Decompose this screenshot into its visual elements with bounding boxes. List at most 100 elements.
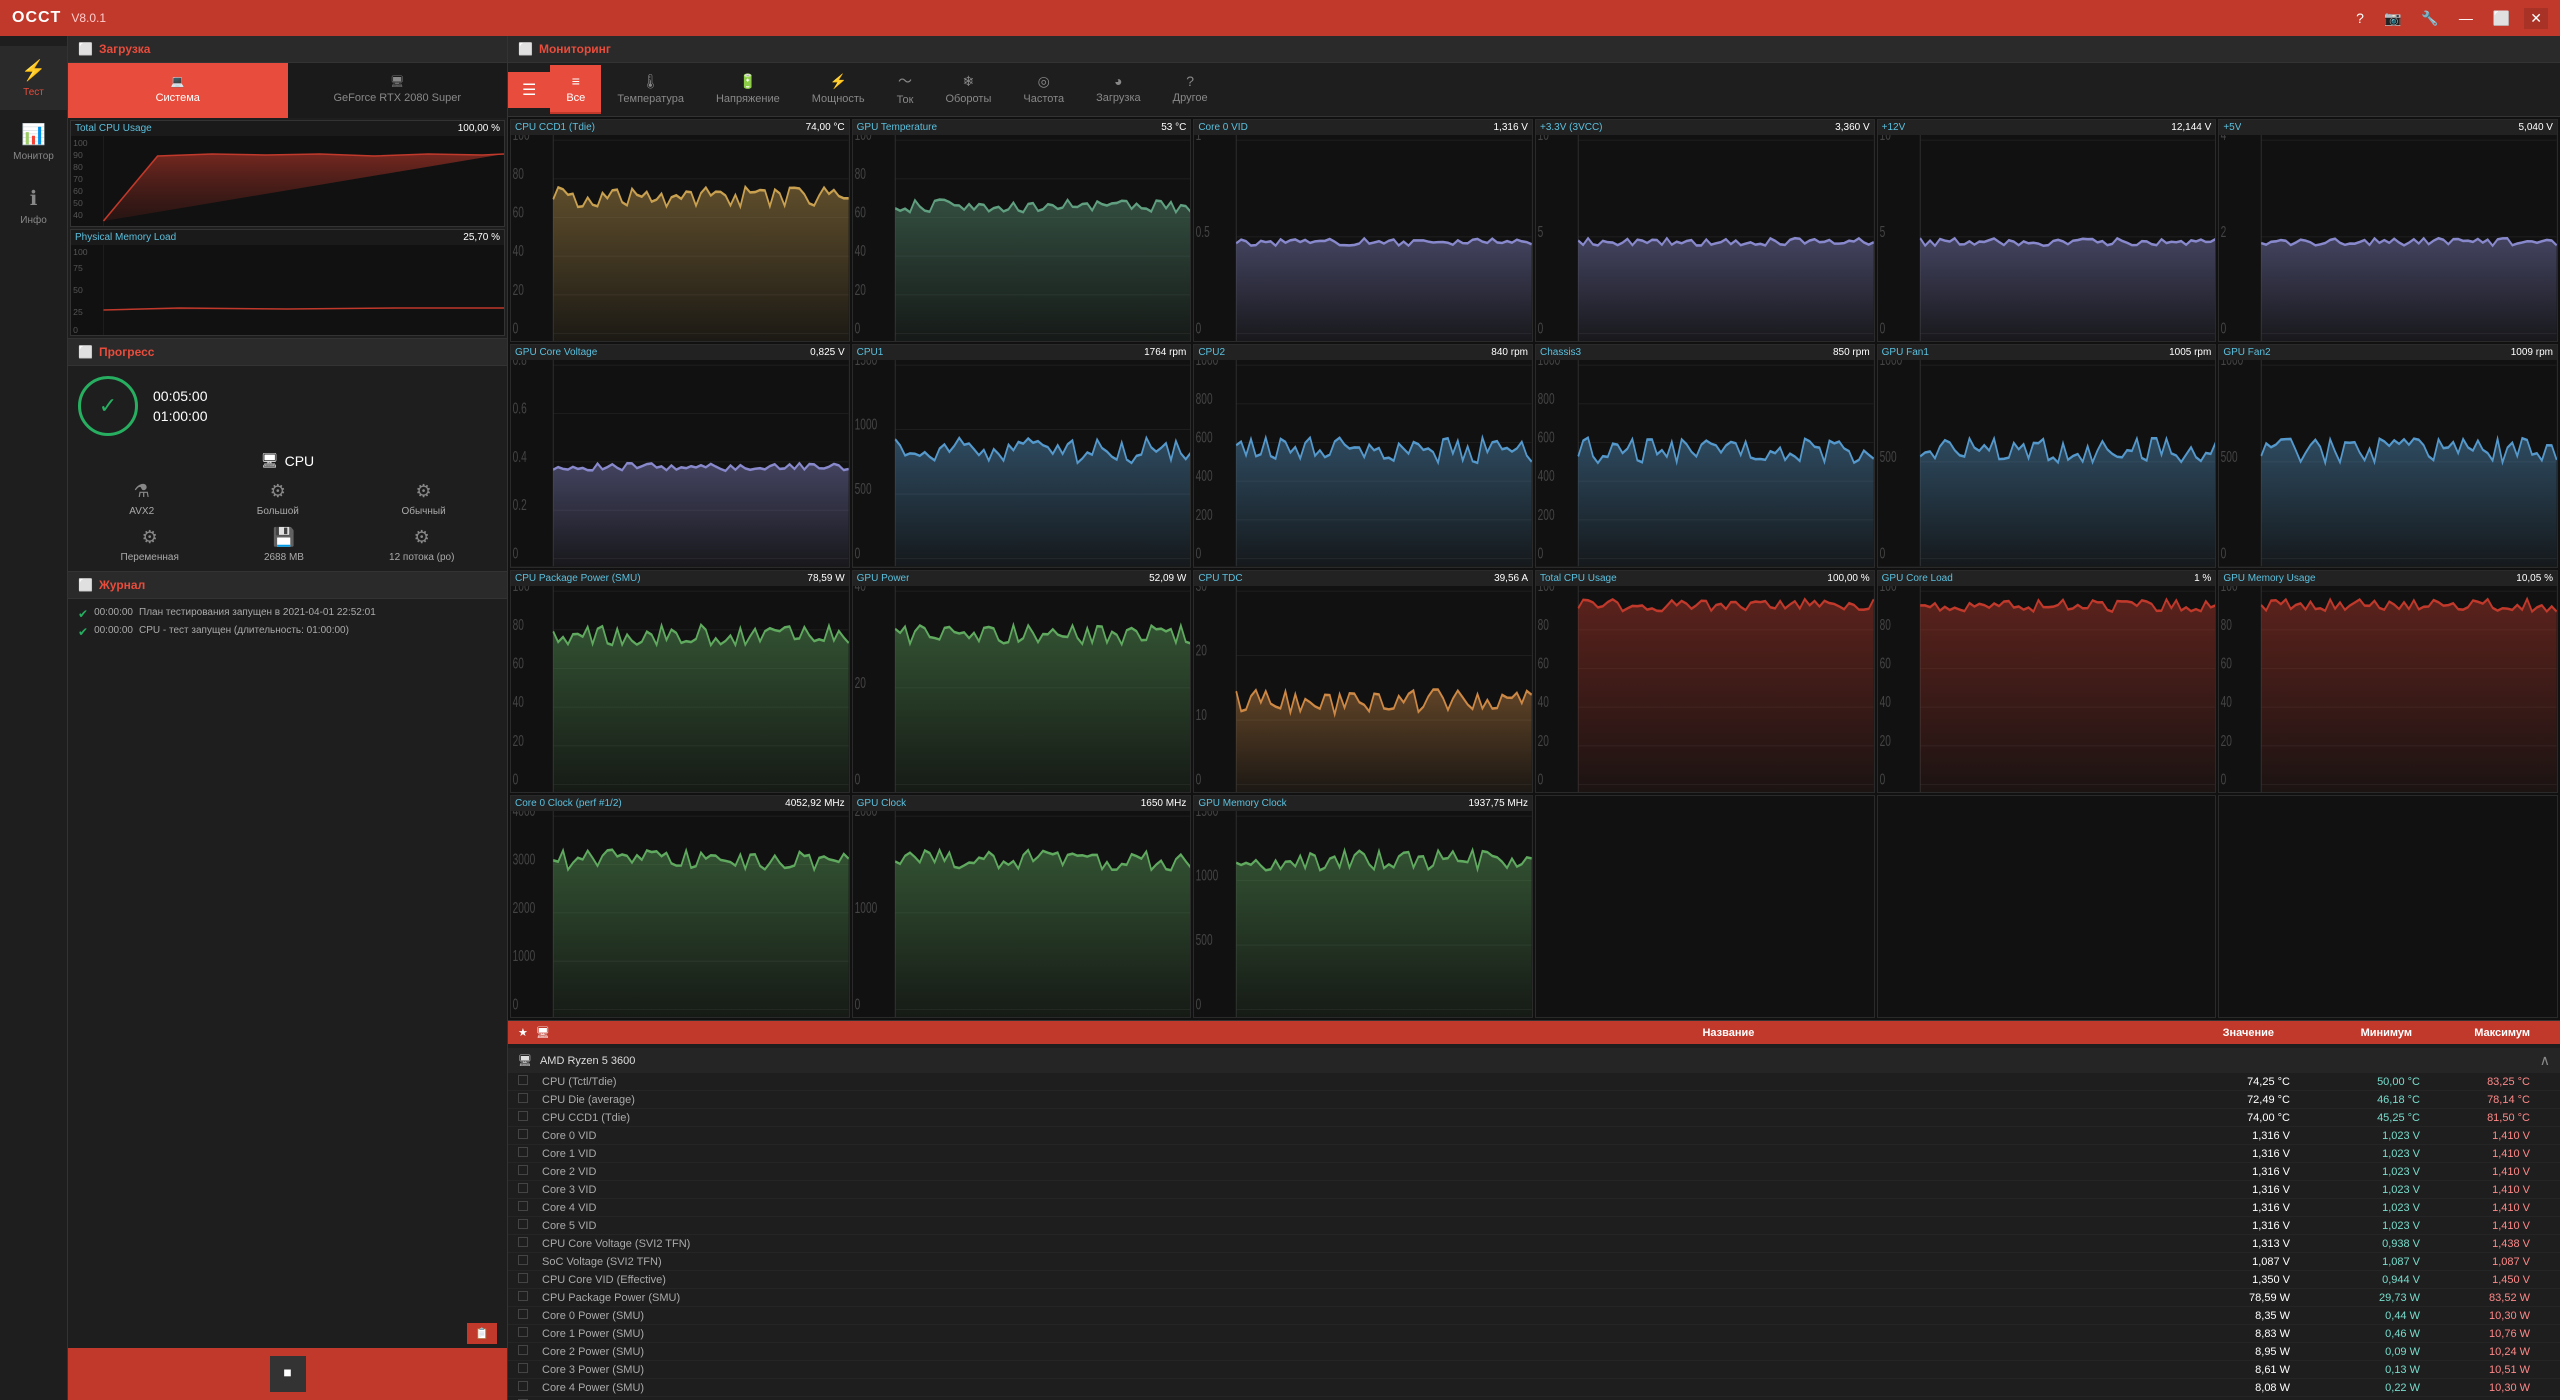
svg-text:600: 600	[1196, 429, 1213, 447]
tab-all[interactable]: ≡ Все	[550, 65, 601, 114]
row-value-11: 1,350 V	[2140, 1274, 2290, 1286]
row-name-12: CPU Package Power (SMU)	[542, 1292, 2140, 1304]
tab-sistema[interactable]: 💻 Система	[68, 63, 288, 118]
chart-cell-9: Chassis3 850 rpm 1000 800 600 400 200 0	[1535, 344, 1875, 567]
progress-header: ⬜ Прогресс	[68, 339, 507, 366]
check-icon: ✓	[99, 393, 117, 419]
tab-load[interactable]: ◕ Загрузка	[1080, 65, 1156, 114]
cpu-usage-chart: Total CPU Usage 100,00 % 100 90 80	[70, 120, 505, 227]
svg-text:200: 200	[1196, 506, 1213, 524]
avx2-icon: ⚗	[134, 481, 150, 502]
settings-btn[interactable]: 🔧	[2415, 8, 2444, 29]
svg-text:60: 60	[2221, 654, 2232, 672]
svg-text:0: 0	[1538, 770, 1544, 788]
chart-cell-7: CPU1 1764 rpm 1500 1000 500 0	[852, 344, 1192, 567]
cpu-chart-header: Total CPU Usage 100,00 %	[71, 121, 504, 136]
help-btn[interactable]: ?	[2350, 8, 2370, 28]
svg-text:0: 0	[513, 995, 519, 1013]
minimize-btn[interactable]: —	[2453, 8, 2479, 28]
tab-load-icon: ◕	[1114, 73, 1122, 89]
tab-gpu[interactable]: 🖥 GeForce RTX 2080 Super	[288, 63, 508, 118]
row-min-17: 0,22 W	[2290, 1382, 2420, 1394]
svg-text:0: 0	[854, 995, 860, 1013]
maximize-btn[interactable]: ⬜	[2487, 8, 2516, 29]
svg-text:0: 0	[2221, 545, 2227, 563]
svg-text:0: 0	[513, 770, 519, 788]
row-min-16: 0,13 W	[2290, 1364, 2420, 1376]
sidebar-item-info[interactable]: ℹ Инфо	[0, 174, 67, 238]
svg-text:100: 100	[1879, 586, 1896, 595]
monitor-menu-btn[interactable]: ☰	[508, 72, 550, 108]
big-option[interactable]: ⚙ Большой	[257, 481, 299, 517]
star-icon[interactable]: ★	[518, 1026, 528, 1039]
svg-text:80: 80	[513, 615, 524, 633]
tab-voltage[interactable]: 🔋 Напряжение	[700, 65, 796, 115]
svg-text:0.5: 0.5	[1196, 223, 1210, 241]
sidebar-label-monitor: Монитор	[13, 151, 54, 162]
expand-icon[interactable]: ∧	[2540, 1052, 2550, 1069]
journal-actions: 📋	[68, 1319, 507, 1348]
tab-freq[interactable]: ◎ Частота	[1007, 65, 1080, 115]
row-min-9: 0,938 V	[2290, 1238, 2420, 1250]
cpu-chart-label: Total CPU Usage	[75, 123, 152, 134]
copy-journal-btn[interactable]: 📋	[467, 1323, 497, 1344]
avx2-option[interactable]: ⚗ AVX2	[129, 481, 154, 517]
chart-label-13: GPU Power	[857, 573, 910, 584]
tab-current[interactable]: 〜 Ток	[881, 63, 930, 116]
big-label: Большой	[257, 506, 299, 517]
chart-value-4: 12,144 V	[2171, 122, 2211, 133]
svg-text:0: 0	[1879, 319, 1885, 337]
sidebar: ⚡ Тест 📊 Монитор ℹ Инфо	[0, 36, 68, 1400]
chart-body-9: 1000 800 600 400 200 0	[1536, 360, 1874, 566]
row-max-3: 1,410 V	[2420, 1130, 2550, 1142]
chart-value-11: 1009 rpm	[2511, 347, 2553, 358]
svg-text:0: 0	[513, 319, 519, 337]
sidebar-item-test[interactable]: ⚡ Тест	[0, 46, 67, 110]
svg-text:20: 20	[1879, 731, 1890, 749]
svg-text:0: 0	[1879, 545, 1885, 563]
sidebar-item-monitor[interactable]: 📊 Монитор	[0, 110, 67, 174]
close-btn[interactable]: ✕	[2524, 8, 2548, 29]
row-name-5: Core 2 VID	[542, 1166, 2140, 1178]
tab-rpm[interactable]: ❄ Обороты	[929, 65, 1007, 115]
bottom-bar: ⏹	[68, 1348, 507, 1400]
svg-text:60: 60	[1879, 654, 1890, 672]
normal-option[interactable]: ⚙ Обычный	[401, 481, 445, 517]
tab-power-icon: ⚡	[829, 73, 846, 90]
tab-power[interactable]: ⚡ Мощность	[796, 65, 881, 115]
chart-header-17: GPU Memory Usage 10,05 %	[2219, 571, 2557, 586]
svg-text:400: 400	[1196, 467, 1213, 485]
svg-text:40: 40	[1538, 692, 1549, 710]
row-min-11: 0,944 V	[2290, 1274, 2420, 1286]
chart-cell-8: CPU2 840 rpm 1000 800 600 400 200 0	[1193, 344, 1533, 567]
row-name-11: CPU Core VID (Effective)	[542, 1274, 2140, 1286]
ok-icon-1: ✔	[78, 625, 88, 639]
chart-label-18: Core 0 Clock (perf #1/2)	[515, 798, 622, 809]
tab-temperature[interactable]: 🌡 Температура	[601, 65, 700, 115]
threads-icon: ⚙	[414, 527, 430, 548]
chart-body-10: 1000 500 0	[1878, 360, 2216, 566]
row-value-14: 8,83 W	[2140, 1328, 2290, 1340]
svg-text:60: 60	[513, 203, 524, 221]
row-name-1: CPU Die (average)	[542, 1094, 2140, 1106]
chart-value-7: 1764 rpm	[1144, 347, 1186, 358]
tab-all-label: Все	[566, 92, 585, 104]
chart-label-1: GPU Temperature	[857, 122, 937, 133]
row-min-15: 0,09 W	[2290, 1346, 2420, 1358]
chart-cell-10: GPU Fan1 1005 rpm 1000 500 0	[1877, 344, 2217, 567]
svg-text:50: 50	[73, 198, 83, 208]
tab-other-label: Другое	[1173, 92, 1208, 104]
cpu-options: ⚗ AVX2 ⚙ Большой ⚙ Обычный	[68, 475, 507, 523]
screen-icon[interactable]: 🖥	[536, 1026, 550, 1039]
table-row: Core 2 Power (SMU) 8,95 W 0,09 W 10,24 W	[508, 1343, 2560, 1361]
chart-value-9: 850 rpm	[1833, 347, 1870, 358]
svg-text:20: 20	[854, 673, 865, 691]
stop-button[interactable]: ⏹	[270, 1356, 306, 1392]
chart-value-0: 74,00 °C	[806, 122, 845, 133]
tab-voltage-icon: 🔋	[739, 73, 756, 90]
svg-text:40: 40	[2221, 692, 2232, 710]
tab-other[interactable]: ? Другое	[1157, 65, 1224, 114]
col-value-header: Значение	[2124, 1027, 2274, 1039]
screenshot-btn[interactable]: 📷	[2378, 8, 2407, 29]
row-max-5: 1,410 V	[2420, 1166, 2550, 1178]
